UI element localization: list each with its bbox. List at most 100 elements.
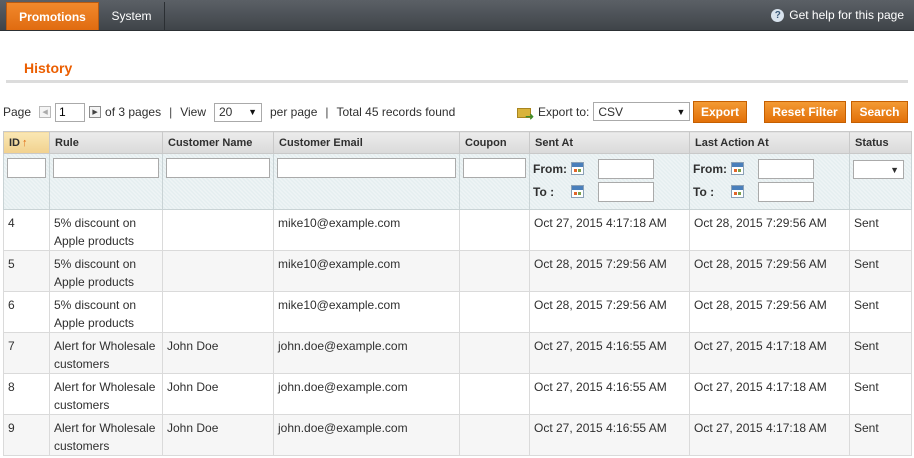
- filter-id-input[interactable]: [7, 158, 46, 178]
- table-row[interactable]: 5 5% discount on Apple products mike10@e…: [3, 250, 912, 292]
- cell-status: Sent: [849, 250, 912, 292]
- table-row[interactable]: 4 5% discount on Apple products mike10@e…: [3, 209, 912, 251]
- filter-rule-input[interactable]: [53, 158, 159, 178]
- cell-rule: Alert for Wholesale customers: [49, 332, 163, 374]
- table-row[interactable]: 6 5% discount on Apple products mike10@e…: [3, 291, 912, 333]
- cell-status: Sent: [849, 373, 912, 415]
- cell-id: 6: [3, 291, 50, 333]
- grid-header-row: ID ↑ Rule Customer Name Customer Email Co…: [3, 131, 912, 154]
- column-header-sent-at[interactable]: Sent At: [529, 131, 690, 154]
- column-header-customer-name[interactable]: Customer Name: [162, 131, 274, 154]
- grid-filter-row: From: To : From: To : ▼: [3, 153, 912, 210]
- filter-sent-from-input[interactable]: [598, 158, 654, 179]
- cell-rule: Alert for Wholesale customers: [49, 373, 163, 415]
- filter-customer-name-input[interactable]: [166, 158, 270, 178]
- export-format-value: CSV: [598, 104, 624, 119]
- search-button[interactable]: Search: [851, 101, 908, 123]
- cell-coupon: [459, 250, 530, 292]
- column-header-rule[interactable]: Rule: [49, 131, 163, 154]
- per-page-label: per page: [270, 105, 318, 119]
- filter-coupon-input[interactable]: [463, 158, 526, 178]
- cell-rule: Alert for Wholesale customers: [49, 414, 163, 456]
- table-row[interactable]: 9 Alert for Wholesale customers John Doe…: [3, 414, 912, 456]
- cell-sent-at: Oct 28, 2015 7:29:56 AM: [529, 250, 690, 292]
- cell-status: Sent: [849, 291, 912, 333]
- filter-last-action-to-input[interactable]: [758, 181, 814, 202]
- cell-customer-name: [162, 250, 274, 292]
- calendar-icon[interactable]: [731, 185, 744, 198]
- cell-coupon: [459, 373, 530, 415]
- table-row[interactable]: 7 Alert for Wholesale customers John Doe…: [3, 332, 912, 374]
- cell-customer-name: John Doe: [162, 373, 274, 415]
- pager-separator: |: [169, 105, 173, 119]
- filter-sent-to-label: To :: [533, 184, 555, 199]
- filter-last-action-from-input[interactable]: [758, 158, 814, 179]
- top-nav: Promotions System ? Get help for this pa…: [0, 0, 914, 31]
- filter-last-action-to-label: To :: [693, 184, 715, 199]
- cell-customer-name: [162, 291, 274, 333]
- tab-system[interactable]: System: [99, 2, 165, 30]
- next-page-icon[interactable]: ▶: [89, 106, 102, 118]
- help-label: Get help for this page: [789, 8, 904, 22]
- filter-status-select[interactable]: ▼: [853, 160, 904, 179]
- column-header-id[interactable]: ID ↑: [3, 131, 50, 154]
- chevron-down-icon: ▼: [676, 106, 686, 117]
- cell-customer-email: john.doe@example.com: [273, 414, 460, 456]
- filter-last-action-from-label: From:: [693, 161, 727, 176]
- cell-sent-at: Oct 27, 2015 4:16:55 AM: [529, 332, 690, 374]
- cell-customer-email: mike10@example.com: [273, 291, 460, 333]
- cell-status: Sent: [849, 332, 912, 374]
- per-page-value: 20: [219, 105, 233, 119]
- export-format-select[interactable]: CSV ▼: [593, 102, 691, 121]
- help-link[interactable]: ? Get help for this page: [771, 8, 904, 22]
- cell-sent-at: Oct 27, 2015 4:16:55 AM: [529, 373, 690, 415]
- cell-last-action-at: Oct 28, 2015 7:29:56 AM: [689, 291, 850, 333]
- cell-customer-name: John Doe: [162, 332, 274, 374]
- cell-rule: 5% discount on Apple products: [49, 209, 163, 251]
- calendar-icon[interactable]: [731, 162, 744, 175]
- table-row[interactable]: 8 Alert for Wholesale customers John Doe…: [3, 373, 912, 415]
- cell-last-action-at: Oct 27, 2015 4:17:18 AM: [689, 414, 850, 456]
- column-header-last-action-at[interactable]: Last Action At: [689, 131, 850, 154]
- cell-coupon: [459, 414, 530, 456]
- reset-filter-button[interactable]: Reset Filter: [764, 101, 846, 123]
- history-grid: ID ↑ Rule Customer Name Customer Email Co…: [3, 131, 912, 456]
- page-number-input[interactable]: [55, 102, 86, 122]
- calendar-icon[interactable]: [571, 185, 584, 198]
- page-label: Page: [3, 105, 32, 119]
- pager: Page ◀ ▶ of 3 pages | View 20 ▼ per page…: [3, 102, 455, 122]
- export-folder-icon: ➜: [517, 105, 534, 123]
- cell-id: 8: [3, 373, 50, 415]
- cell-customer-email: mike10@example.com: [273, 209, 460, 251]
- filter-sent-from-label: From:: [533, 161, 567, 176]
- filter-customer-email-input[interactable]: [277, 158, 456, 178]
- column-header-status[interactable]: Status: [849, 131, 912, 154]
- cell-last-action-at: Oct 27, 2015 4:17:18 AM: [689, 373, 850, 415]
- cell-rule: 5% discount on Apple products: [49, 291, 163, 333]
- cell-coupon: [459, 209, 530, 251]
- filter-sent-to-input[interactable]: [598, 181, 654, 202]
- pager-separator: |: [325, 105, 329, 119]
- page-title: History: [24, 60, 73, 76]
- cell-id: 9: [3, 414, 50, 456]
- cell-status: Sent: [849, 209, 912, 251]
- prev-page-icon[interactable]: ◀: [39, 106, 52, 118]
- cell-sent-at: Oct 27, 2015 4:16:55 AM: [529, 414, 690, 456]
- column-header-customer-email[interactable]: Customer Email: [273, 131, 460, 154]
- view-label: View: [180, 105, 206, 119]
- per-page-select[interactable]: 20 ▼: [214, 102, 262, 122]
- export-label: Export to:: [538, 104, 590, 119]
- calendar-icon[interactable]: [571, 162, 584, 175]
- cell-customer-name: John Doe: [162, 414, 274, 456]
- column-header-coupon[interactable]: Coupon: [459, 131, 530, 154]
- export-controls: ➜ Export to: CSV ▼: [517, 102, 691, 123]
- cell-last-action-at: Oct 28, 2015 7:29:56 AM: [689, 250, 850, 292]
- cell-customer-email: john.doe@example.com: [273, 332, 460, 374]
- tab-promotions[interactable]: Promotions: [6, 2, 99, 30]
- export-button[interactable]: Export: [693, 101, 747, 123]
- sort-ascending-icon: ↑: [22, 136, 28, 149]
- cell-id: 4: [3, 209, 50, 251]
- chevron-down-icon: ▼: [248, 107, 257, 117]
- cell-rule: 5% discount on Apple products: [49, 250, 163, 292]
- cell-sent-at: Oct 28, 2015 7:29:56 AM: [529, 291, 690, 333]
